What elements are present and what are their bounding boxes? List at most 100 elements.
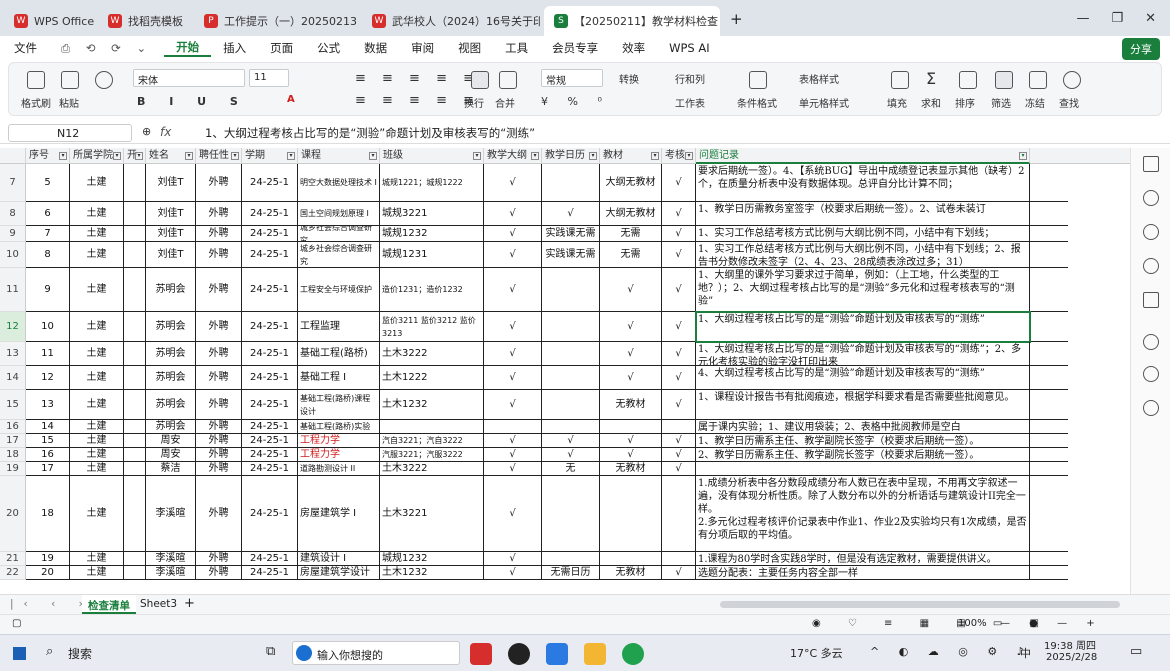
search-icon[interactable]: ⌕: [46, 644, 53, 659]
cell-note[interactable]: 1、课程设计报告书有批阅痕迹，根据学科要求看是否需要些批阅意见。: [696, 390, 1030, 419]
spreadsheet-grid[interactable]: 序号 ▾ 所属学院 ▾ 开 ▾ 姓名 ▾ 聘任性 ▾ 学期 ▾ 课程 ▾ 班级 ▾ 教学大纲 ▾ 教学日历 ▾ 教材 ▾ 考…: [0, 148, 1130, 594]
freeze-icon[interactable]: [1029, 71, 1047, 89]
cell-term[interactable]: 24-25-1: [242, 242, 298, 267]
column-header[interactable]: 考核 ▾: [662, 148, 696, 164]
cell-term[interactable]: 24-25-1: [242, 342, 298, 365]
cell-note[interactable]: 要求后期统一签）。4、【系统BUG】导出中成绩登记表显示其他（缺考）2个，在质量…: [696, 164, 1030, 201]
row-header[interactable]: 10: [0, 242, 26, 268]
notification-icon[interactable]: ▭: [1130, 644, 1142, 659]
menu-item-1[interactable]: 插入: [211, 40, 258, 56]
cell-b[interactable]: 无: [542, 462, 600, 475]
menu-item-2[interactable]: 页面: [258, 40, 305, 56]
cell-a[interactable]: √: [484, 434, 542, 447]
filter-dropdown-icon[interactable]: ▾: [113, 152, 121, 160]
cell-course[interactable]: 工程力学: [298, 448, 380, 461]
column-header[interactable]: 学期 ▾: [242, 148, 298, 164]
cell-type[interactable]: 外聘: [196, 476, 242, 551]
filter-dropdown-icon[interactable]: ▾: [369, 152, 377, 160]
cell-c[interactable]: √: [600, 342, 662, 365]
find-label[interactable]: 查找: [1059, 95, 1079, 110]
cell-cls[interactable]: 汽自3221；汽自3222: [380, 434, 484, 447]
cell-blank[interactable]: [124, 164, 146, 201]
cell-a[interactable]: √: [484, 312, 542, 341]
cell-c[interactable]: [600, 552, 662, 565]
cell-blank[interactable]: [124, 476, 146, 551]
cell-id[interactable]: 6: [26, 202, 70, 225]
cell-term[interactable]: 24-25-1: [242, 462, 298, 475]
cell-dept[interactable]: 土建: [70, 342, 124, 365]
column-header[interactable]: 序号 ▾: [26, 148, 70, 164]
cell-id[interactable]: 9: [26, 268, 70, 311]
fill-icon[interactable]: [891, 71, 909, 89]
image-icon[interactable]: [1143, 292, 1159, 308]
cell-a[interactable]: √: [484, 226, 542, 241]
worksheet-button[interactable]: 工作表: [675, 95, 705, 110]
cell-a[interactable]: √: [484, 164, 542, 201]
cell-c[interactable]: 大纲无教材: [600, 164, 662, 201]
cell-b[interactable]: √: [542, 202, 600, 225]
cell-type[interactable]: 外聘: [196, 342, 242, 365]
cell-cls[interactable]: 城规1232: [380, 552, 484, 565]
cell-name[interactable]: 李溪暄: [146, 552, 196, 565]
number-format-select[interactable]: 常规: [541, 69, 603, 87]
cell-id[interactable]: 18: [26, 476, 70, 551]
app-taskbar-icon[interactable]: [546, 643, 568, 665]
menu-item-3[interactable]: 公式: [305, 40, 352, 56]
cell-a[interactable]: √: [484, 202, 542, 225]
cell-type[interactable]: 外聘: [196, 462, 242, 475]
cond-format-label[interactable]: 条件格式: [737, 95, 777, 110]
cell-term[interactable]: 24-25-1: [242, 476, 298, 551]
cell-d[interactable]: √: [662, 434, 696, 447]
cell-type[interactable]: 外聘: [196, 268, 242, 311]
cell-c[interactable]: 大纲无教材: [600, 202, 662, 225]
convert-button[interactable]: 转换: [619, 71, 639, 86]
cell-term[interactable]: 24-25-1: [242, 226, 298, 241]
cell-name[interactable]: 李溪暄: [146, 566, 196, 579]
row-header[interactable]: 13: [0, 342, 26, 366]
cell-b[interactable]: [542, 552, 600, 565]
row-header[interactable]: 17: [0, 434, 26, 448]
cell-type[interactable]: 外聘: [196, 552, 242, 565]
cell-b[interactable]: [542, 366, 600, 389]
cell-a[interactable]: √: [484, 552, 542, 565]
horizontal-scrollbar[interactable]: [720, 601, 1120, 608]
cell-d[interactable]: √: [662, 462, 696, 475]
cell-blank[interactable]: [124, 312, 146, 341]
cell-d[interactable]: √: [662, 366, 696, 389]
filter-label[interactable]: 筛选: [991, 95, 1011, 110]
close-icon[interactable]: ✕: [1145, 11, 1156, 26]
currency-percent-buttons[interactable]: ¥ % ⁰: [541, 95, 610, 108]
cell-course[interactable]: 建筑设计 I: [298, 552, 380, 565]
cell-course[interactable]: 房屋建筑学设计: [298, 566, 380, 579]
cell-dept[interactable]: 土建: [70, 242, 124, 267]
filter-icon[interactable]: [995, 71, 1013, 89]
sum-icon[interactable]: Σ: [926, 69, 936, 88]
cell-blank[interactable]: [124, 462, 146, 475]
cell-dept[interactable]: 土建: [70, 268, 124, 311]
cell-term[interactable]: 24-25-1: [242, 164, 298, 201]
cell-a[interactable]: √: [484, 566, 542, 579]
row-header[interactable]: 16: [0, 420, 26, 434]
cell-name[interactable]: 周安: [146, 448, 196, 461]
cell-d[interactable]: √: [662, 566, 696, 579]
title-tab-0[interactable]: W WPS Office: [4, 6, 94, 36]
cell-term[interactable]: 24-25-1: [242, 420, 298, 433]
cell-dept[interactable]: 土建: [70, 202, 124, 225]
cell-b[interactable]: [542, 268, 600, 311]
cell-id[interactable]: 8: [26, 242, 70, 267]
cell-type[interactable]: 外聘: [196, 242, 242, 267]
cell-b[interactable]: √: [542, 434, 600, 447]
cell-c[interactable]: √: [600, 366, 662, 389]
cell-course[interactable]: 基础工程(路桥)课程设计: [298, 390, 380, 419]
cell-term[interactable]: 24-25-1: [242, 448, 298, 461]
column-header[interactable]: 姓名 ▾: [146, 148, 196, 164]
cell-cls[interactable]: 土木1232: [380, 566, 484, 579]
sort-label[interactable]: 排序: [955, 95, 975, 110]
tray-icons[interactable]: ^ ◐ ☁ ◎ ⚙ ♪: [870, 645, 1032, 658]
row-header[interactable]: 8: [0, 202, 26, 226]
cell-term[interactable]: 24-25-1: [242, 268, 298, 311]
cell-b[interactable]: 实践课无需: [542, 242, 600, 267]
cell-id[interactable]: 11: [26, 342, 70, 365]
explorer-taskbar-icon[interactable]: [584, 643, 606, 665]
cell-c[interactable]: √: [600, 434, 662, 447]
